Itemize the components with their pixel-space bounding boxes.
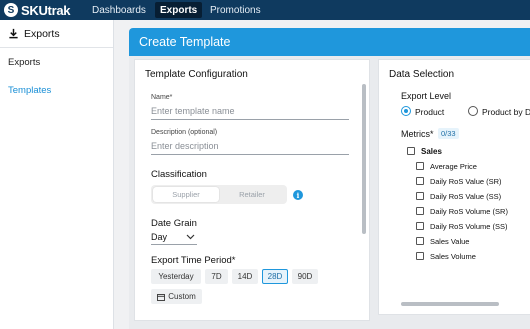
page-title: Create Template	[129, 28, 530, 56]
metric-label: Daily RoS Value (SS)	[430, 192, 502, 201]
sidebar-item-exports[interactable]: Exports	[0, 48, 113, 76]
group-label-sales: Sales	[421, 147, 442, 156]
level-radio-product-by-d[interactable]	[468, 106, 478, 116]
template-config-card: Template Configuration Name* Enter templ…	[134, 59, 370, 321]
period-chip-90d[interactable]: 90D	[292, 269, 318, 284]
config-scrollbar[interactable]	[362, 84, 366, 234]
template-config-title: Template Configuration	[145, 69, 248, 80]
sidebar: Exports Exports Templates	[0, 20, 114, 329]
sidebar-header: Exports	[0, 20, 113, 48]
nav-dashboards[interactable]: Dashboards	[87, 2, 151, 18]
description-input-underline	[151, 154, 349, 155]
level-label-product-by-d: Product by D	[482, 107, 530, 117]
description-input[interactable]: Enter description	[151, 141, 219, 151]
top-nav-bar: S SKUtrak Dashboards Exports Promotions	[0, 0, 530, 20]
metrics-count-badge: 0/33	[438, 128, 459, 139]
calendar-icon	[157, 293, 166, 301]
name-input-underline	[151, 119, 349, 120]
metric-checkbox[interactable]	[416, 252, 424, 260]
metric-checkbox[interactable]	[416, 222, 424, 230]
classification-supplier[interactable]: Supplier	[153, 187, 219, 202]
nav-promotions[interactable]: Promotions	[205, 2, 266, 18]
sidebar-item-templates[interactable]: Templates	[0, 76, 113, 104]
metric-label: Average Price	[430, 162, 477, 171]
date-grain-label: Date Grain	[151, 218, 197, 229]
logo-icon: S	[4, 3, 18, 17]
period-chip-14d[interactable]: 14D	[232, 269, 258, 284]
nav-exports[interactable]: Exports	[155, 2, 203, 18]
sidebar-header-label: Exports	[24, 27, 60, 40]
metric-label: Sales Volume	[430, 252, 476, 261]
classification-retailer[interactable]: Retailer	[219, 187, 285, 202]
metric-label: Daily RoS Value (SR)	[430, 177, 502, 186]
description-label: Description (optional)	[151, 129, 218, 136]
metric-label: Sales Value	[430, 237, 470, 246]
info-icon[interactable]: i	[293, 190, 303, 200]
chevron-down-icon[interactable]	[186, 234, 195, 240]
custom-period-button[interactable]: Custom	[151, 289, 202, 304]
export-period-label: Export Time Period*	[151, 255, 236, 266]
data-selection-card: Data Selection Export Level Product Prod…	[378, 59, 530, 315]
classification-label: Classification	[151, 169, 207, 180]
download-icon	[9, 28, 18, 39]
metrics-horizontal-scrollbar[interactable]	[401, 302, 499, 306]
name-input[interactable]: Enter template name	[151, 106, 235, 116]
metric-checkbox[interactable]	[416, 207, 424, 215]
custom-period-label: Custom	[168, 292, 196, 301]
metric-label: Daily RoS Volume (SS)	[430, 222, 508, 231]
level-label-product: Product	[415, 107, 445, 117]
skutrak-logo[interactable]: S SKUtrak	[4, 2, 71, 18]
metric-checkbox[interactable]	[416, 237, 424, 245]
metric-checkbox[interactable]	[416, 192, 424, 200]
level-radio-product[interactable]	[401, 106, 411, 116]
metrics-label: Metrics*	[401, 129, 434, 139]
period-chip-7d[interactable]: 7D	[205, 269, 228, 284]
metric-label: Daily RoS Volume (SR)	[430, 207, 508, 216]
logo-text: SKUtrak	[21, 2, 71, 18]
period-chip-28d[interactable]: 28D	[262, 269, 288, 284]
date-grain-underline	[151, 244, 197, 245]
name-label: Name*	[151, 94, 173, 101]
classification-toggle: Supplier Retailer	[151, 185, 287, 204]
period-chip-yesterday[interactable]: Yesterday	[151, 269, 201, 284]
export-level-label: Export Level	[401, 91, 452, 101]
metric-checkbox[interactable]	[416, 162, 424, 170]
group-checkbox-sales[interactable]	[407, 147, 415, 155]
date-grain-select[interactable]: Day	[151, 232, 167, 242]
metric-checkbox[interactable]	[416, 177, 424, 185]
data-selection-title: Data Selection	[389, 69, 455, 80]
